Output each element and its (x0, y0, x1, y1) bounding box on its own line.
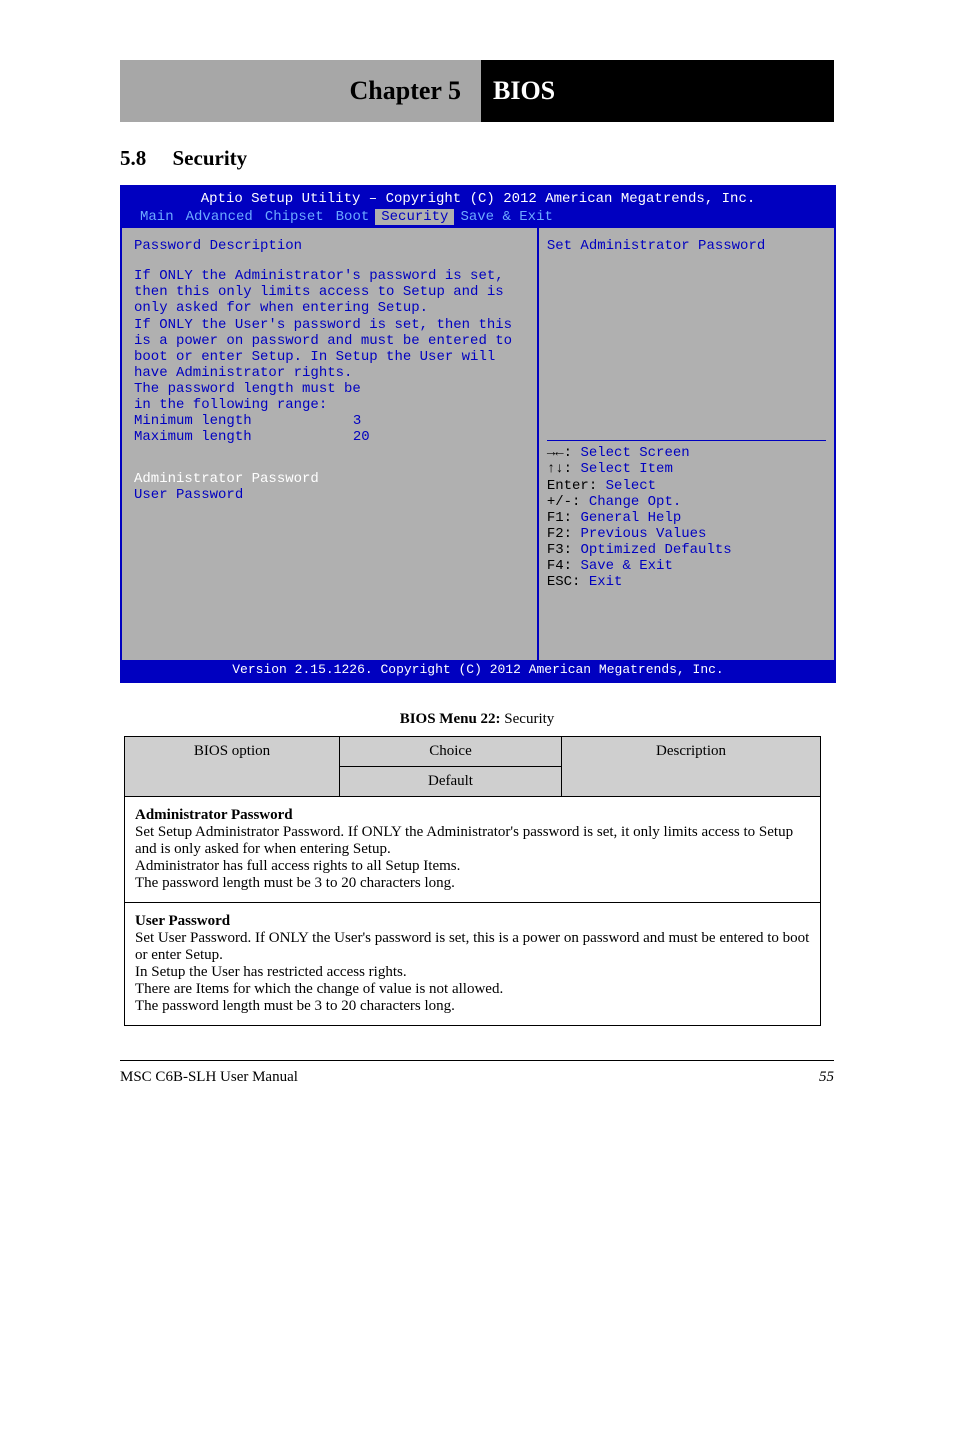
password-description-line: If ONLY the Administrator's password is … (134, 268, 525, 284)
bios-item-administrator-password[interactable]: Administrator Password (134, 471, 525, 487)
max-length-value: 20 (353, 429, 525, 445)
bios-key-hint: Enter: Select (547, 478, 826, 494)
bios-right-separator (547, 440, 826, 441)
password-description-line: only asked for when entering Setup. (134, 300, 525, 316)
bios-key-hint: →←: Select Screen (547, 445, 826, 461)
th-choice: Choice (340, 737, 562, 767)
bios-right-panel: Set Administrator Password →←: Select Sc… (539, 228, 834, 660)
table-caption-text: Security (504, 711, 554, 727)
section-name: Security (173, 146, 248, 170)
password-description-heading: Password Description (134, 238, 525, 254)
password-description-line: is a power on password and must be enter… (134, 333, 525, 349)
doc-title: MSC C6B-SLH User Manual (120, 1069, 298, 1086)
bios-key-hint: F2: Previous Values (547, 526, 826, 542)
bios-key-hint: F1: General Help (547, 510, 826, 526)
bios-utility-title: Aptio Setup Utility – Copyright (C) 2012… (122, 191, 834, 207)
chapter-title: BIOS (481, 60, 834, 122)
bios-item-user-password[interactable]: User Password (134, 487, 525, 503)
th-option: BIOS option (125, 737, 340, 797)
bios-key-hint: F4: Save & Exit (547, 558, 826, 574)
password-description-line: boot or enter Setup. In Setup the User w… (134, 349, 525, 365)
password-description-line: in the following range: (134, 397, 525, 413)
chapter-header: Chapter 5 BIOS (120, 60, 834, 122)
bios-tabs: MainAdvancedChipsetBootSecuritySave & Ex… (122, 207, 834, 228)
table-caption-label: BIOS Menu 22: (400, 711, 501, 727)
bios-tab-advanced[interactable]: Advanced (180, 209, 259, 225)
password-description-line: then this only limits access to Setup an… (134, 284, 525, 300)
bios-options-table: BIOS option Choice Description Default A… (124, 736, 821, 1026)
min-length-label: Minimum length (134, 413, 353, 429)
section-num: 5.8 (120, 146, 146, 170)
password-description-text: If ONLY the Administrator's password is … (134, 268, 525, 413)
password-description-line: have Administrator rights. (134, 365, 525, 381)
page-number: 55 (819, 1069, 834, 1086)
min-length-value: 3 (353, 413, 525, 429)
bios-tab-main[interactable]: Main (134, 209, 180, 225)
table-caption: BIOS Menu 22: Security (120, 711, 834, 728)
bios-key-hints: →←: Select Screen↑↓: Select ItemEnter: S… (547, 445, 826, 590)
bios-tab-chipset[interactable]: Chipset (259, 209, 330, 225)
bios-key-hint: +/-: Change Opt. (547, 494, 826, 510)
max-length-label: Maximum length (134, 429, 353, 445)
bios-left-panel: Password Description If ONLY the Adminis… (122, 228, 539, 660)
bios-key-hint: F3: Optimized Defaults (547, 542, 826, 558)
bios-key-hint: ↑↓: Select Item (547, 461, 826, 477)
bios-help-text: Set Administrator Password (547, 238, 826, 254)
max-length-row: Maximum length 20 (134, 429, 525, 445)
bios-tab-save-exit[interactable]: Save & Exit (454, 209, 558, 225)
bios-key-hint: ESC: Exit (547, 574, 826, 590)
password-description-line: If ONLY the User's password is set, then… (134, 317, 525, 333)
table-row: Administrator PasswordSet Setup Administ… (125, 797, 821, 903)
page-footer: MSC C6B-SLH User Manual 55 (120, 1060, 834, 1086)
bios-header: Aptio Setup Utility – Copyright (C) 2012… (122, 187, 834, 228)
bios-tab-boot[interactable]: Boot (330, 209, 376, 225)
th-default: Default (340, 767, 562, 797)
min-length-row: Minimum length 3 (134, 413, 525, 429)
bios-screenshot: Aptio Setup Utility – Copyright (C) 2012… (120, 185, 836, 683)
chapter-number: Chapter 5 (120, 60, 481, 122)
section-title: 5.8 Security (120, 146, 834, 171)
bios-tab-security[interactable]: Security (375, 209, 454, 225)
th-desc: Description (562, 737, 821, 797)
bios-version-footer: Version 2.15.1226. Copyright (C) 2012 Am… (122, 660, 834, 681)
table-row: User PasswordSet User Password. If ONLY … (125, 903, 821, 1026)
password-description-line: The password length must be (134, 381, 525, 397)
